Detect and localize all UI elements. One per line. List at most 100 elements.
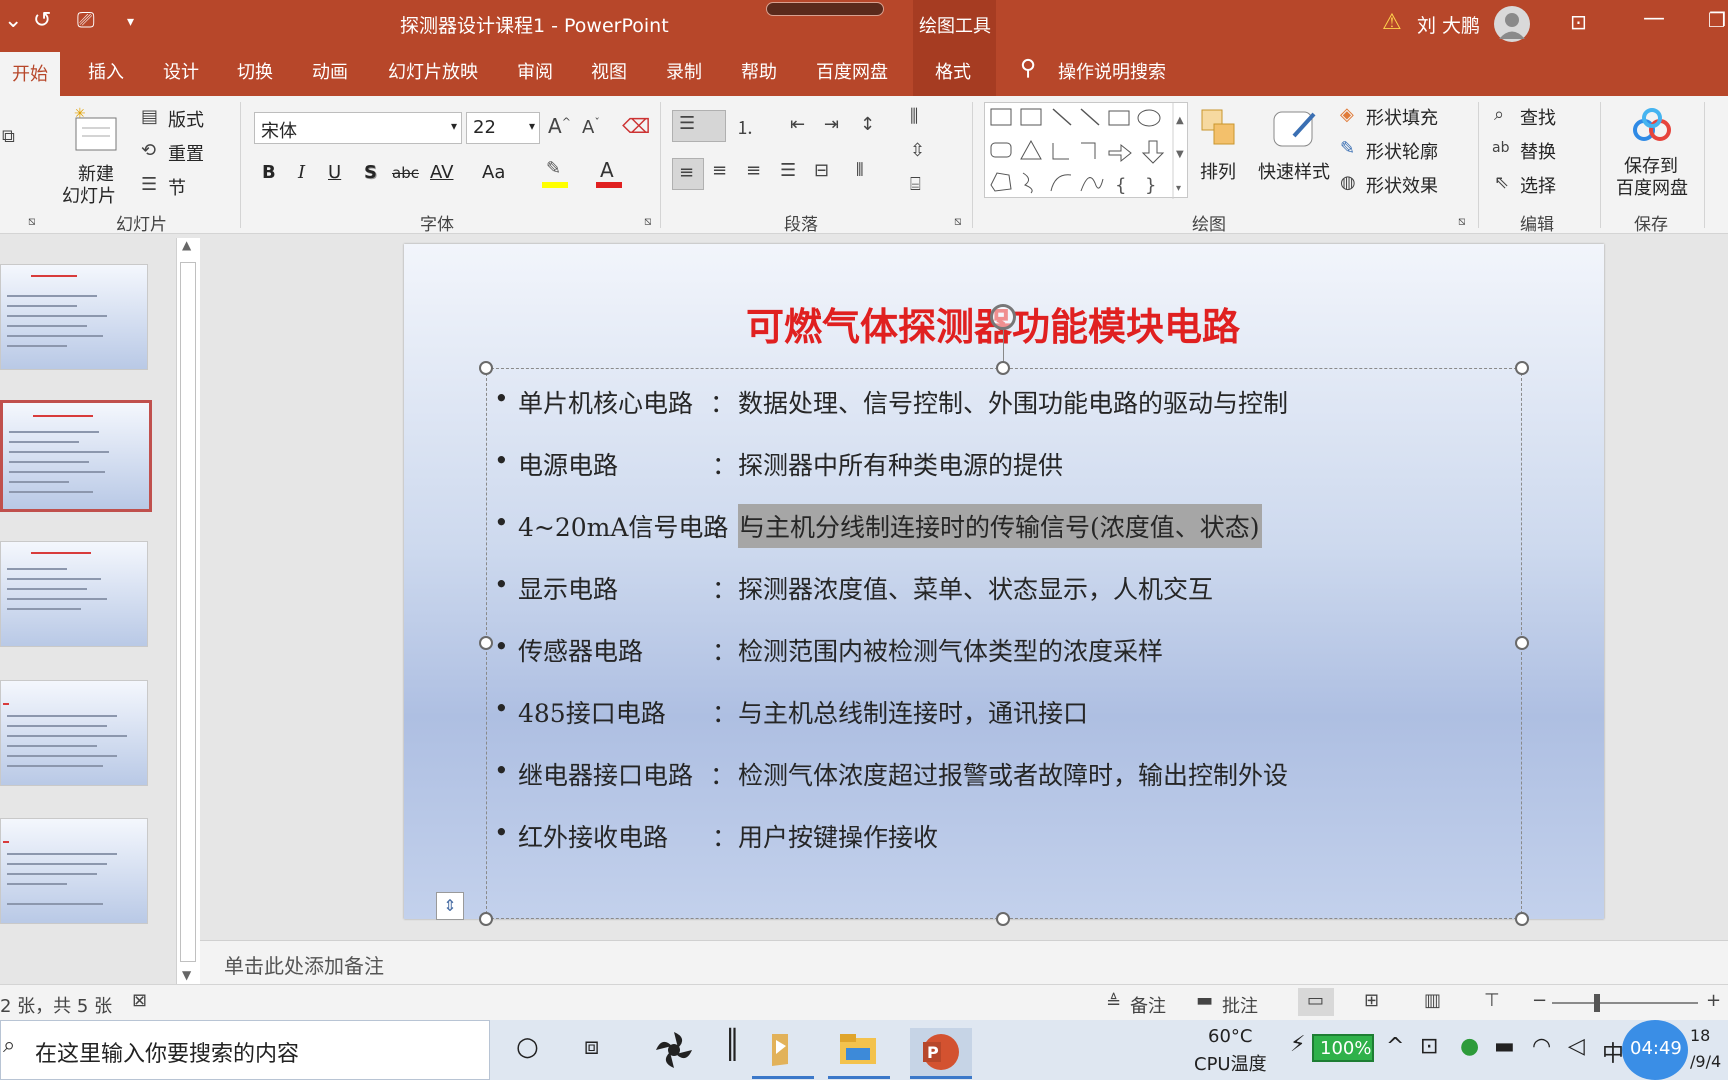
font-dialog-launcher-icon[interactable]: ⧅ — [644, 214, 652, 229]
smartart-icon[interactable]: ⌸ — [910, 174, 921, 195]
increase-indent-icon[interactable]: ⇥ — [824, 114, 839, 135]
chevron-up-icon[interactable]: ^ — [1386, 1034, 1404, 1059]
zoom-out-button[interactable]: − — [1532, 990, 1547, 1011]
align-right-icon[interactable]: ≡ — [746, 160, 761, 181]
slideshow-icon[interactable]: ⊤ — [1484, 990, 1500, 1011]
taskbar-search[interactable]: ⌕ 在这里输入你要搜索的内容 — [0, 1020, 490, 1080]
accessibility-icon[interactable]: ⊠ — [132, 990, 147, 1011]
shape-effects-button[interactable]: 形状效果 — [1366, 172, 1438, 198]
shrink-font-icon[interactable]: Aˇ — [582, 116, 600, 138]
task-view-icon[interactable]: ⧈ — [584, 1032, 599, 1060]
resize-handle[interactable] — [479, 361, 493, 375]
tab-review[interactable]: 审阅 — [517, 58, 553, 84]
save-to-baidu-button[interactable]: 保存到 百度网盘 — [1610, 102, 1694, 202]
section-button[interactable]: 节 — [168, 174, 186, 200]
notes-pane[interactable]: 单击此处添加备注 — [200, 940, 1728, 984]
tab-insert[interactable]: 插入 — [88, 58, 124, 84]
line-spacing-icon[interactable]: ↕ — [860, 114, 875, 135]
ribbon-display-options-icon[interactable]: ⊡ — [1570, 10, 1587, 34]
arrange-button[interactable]: 排列 — [1196, 102, 1246, 202]
font-size-combo[interactable]: 22 ▾ — [466, 112, 540, 144]
zoom-in-button[interactable]: + — [1706, 990, 1721, 1011]
char-spacing-button[interactable]: AV — [430, 162, 453, 183]
resize-handle[interactable] — [1515, 361, 1529, 375]
zoom-slider[interactable] — [1552, 994, 1698, 1012]
drawing-dialog-launcher-icon[interactable]: ⧅ — [1458, 214, 1466, 229]
paragraph-dialog-launcher-icon[interactable]: ⧅ — [954, 214, 962, 229]
align-left-button[interactable]: ≡ — [672, 158, 704, 190]
notes-toggle-icon[interactable]: ≜ — [1106, 992, 1121, 1013]
warning-icon[interactable]: ⚠ — [1382, 10, 1402, 35]
clipboard-icon[interactable]: ⧉ — [2, 126, 15, 147]
security-icon[interactable]: ● — [1460, 1034, 1479, 1059]
shape-fill-button[interactable]: 形状填充 — [1366, 104, 1438, 130]
align-text-icon[interactable]: ⇳ — [910, 140, 925, 161]
slide-thumbnail[interactable] — [0, 680, 148, 786]
powerpoint-taskbar-icon[interactable]: P — [910, 1028, 972, 1076]
slides-dialog-launcher-icon[interactable]: ⧅ — [28, 214, 36, 229]
replace-button[interactable]: 替换 — [1520, 138, 1556, 164]
qat-dropdown-icon[interactable]: ⌄ — [4, 8, 22, 33]
change-case-button[interactable]: Aa — [482, 162, 505, 183]
normal-view-button[interactable]: ▭ — [1298, 988, 1334, 1016]
tab-help[interactable]: 帮助 — [741, 58, 777, 84]
slide-sorter-icon[interactable]: ⊞ — [1364, 990, 1379, 1011]
restore-icon[interactable]: ❐ — [1708, 8, 1726, 32]
tab-home[interactable]: 开始 — [0, 52, 60, 96]
tab-animations[interactable]: 动画 — [312, 58, 348, 84]
slide-thumbnail-selected[interactable] — [0, 400, 152, 512]
justify-icon[interactable]: ☰ — [780, 160, 796, 181]
clear-formatting-icon[interactable]: ⌫ — [622, 114, 650, 138]
user-name[interactable]: 刘 大鹏 — [1417, 11, 1480, 38]
distributed-icon[interactable]: ⊟ — [814, 160, 829, 181]
tab-transitions[interactable]: 切换 — [237, 58, 273, 84]
presenter-icon[interactable]: ⎚ — [77, 8, 95, 33]
resize-handle[interactable] — [996, 361, 1010, 375]
thumbnail-scrollbar[interactable]: ▲ ▼ — [176, 238, 200, 984]
slide-thumbnail[interactable] — [0, 264, 148, 370]
resize-handle[interactable] — [1515, 912, 1529, 926]
bullets-button[interactable]: ☰ — [672, 110, 726, 142]
select-button[interactable]: 选择 — [1520, 172, 1556, 198]
shapes-gallery[interactable]: { } ▲ ▼ ▾ — [984, 102, 1188, 199]
reading-view-icon[interactable]: ▥ — [1424, 990, 1441, 1011]
tab-baidu-netdisk[interactable]: 百度网盘 — [816, 58, 888, 84]
tab-slideshow[interactable]: 幻灯片放映 — [388, 58, 478, 84]
tab-view[interactable]: 视图 — [591, 58, 627, 84]
tab-format[interactable]: 格式 — [935, 58, 971, 84]
rotate-handle-icon[interactable] — [990, 304, 1016, 330]
layout-button[interactable]: 版式 — [168, 106, 204, 132]
tab-design[interactable]: 设计 — [163, 58, 199, 84]
resize-handle[interactable] — [996, 912, 1010, 926]
ime-indicator[interactable]: 中 — [1602, 1036, 1624, 1068]
new-slide-button[interactable]: ✳ 新建 幻灯片 — [60, 102, 130, 207]
power-plug-icon[interactable]: ⚡ — [1290, 1032, 1305, 1057]
shadow-button[interactable]: S — [364, 162, 377, 183]
comments-icon[interactable]: ▬ — [1196, 990, 1213, 1011]
undo-icon[interactable]: ↺ — [33, 8, 51, 33]
align-center-icon[interactable]: ≡ — [712, 160, 727, 181]
grow-font-icon[interactable]: A^ — [548, 114, 571, 138]
notes-toggle[interactable]: 备注 — [1130, 992, 1166, 1018]
find-button[interactable]: 查找 — [1520, 104, 1556, 130]
font-name-combo[interactable]: 宋体 ▾ — [254, 112, 462, 144]
tell-me-search[interactable]: 操作说明搜索 — [1058, 58, 1166, 84]
font-color-icon[interactable]: A — [596, 158, 624, 188]
avatar[interactable] — [1494, 6, 1530, 42]
bold-button[interactable]: B — [262, 162, 276, 183]
battery-indicator[interactable]: 100% — [1312, 1034, 1374, 1062]
highlight-color-icon[interactable]: ✎ — [542, 158, 570, 188]
pinned-app-icon[interactable] — [762, 1030, 802, 1070]
slide-thumbnail[interactable] — [0, 818, 148, 924]
shape-outline-button[interactable]: 形状轮廓 — [1366, 138, 1438, 164]
underline-button[interactable]: U — [328, 162, 341, 183]
decrease-indent-icon[interactable]: ⇤ — [790, 114, 805, 135]
wifi-icon[interactable]: ◠ — [1532, 1034, 1551, 1059]
pinwheel-app-icon[interactable] — [654, 1030, 694, 1070]
italic-button[interactable]: I — [298, 162, 305, 183]
minimize-icon[interactable]: — — [1643, 6, 1665, 31]
slide-thumbnail[interactable] — [0, 541, 148, 647]
volume-icon[interactable]: ◁ — [1568, 1034, 1585, 1059]
network-monitor-icon[interactable]: ⊡ — [1420, 1034, 1438, 1059]
comments-toggle[interactable]: 批注 — [1222, 992, 1258, 1018]
